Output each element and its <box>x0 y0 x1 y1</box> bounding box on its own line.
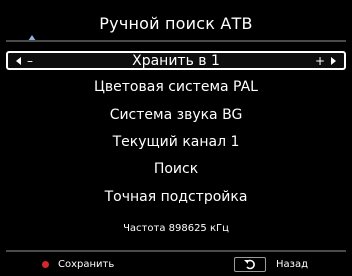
back-button[interactable] <box>234 257 266 272</box>
frequency-readout: Частота 898625 кГц <box>123 223 229 234</box>
menu-item-search[interactable]: Поиск <box>6 161 346 177</box>
store-channel-row[interactable]: – Хранить в 1 + <box>6 51 346 70</box>
menu-item-color-system[interactable]: Цветовая система PAL <box>6 79 346 95</box>
plus-symbol: + <box>314 53 325 68</box>
arrow-right-icon <box>331 56 336 65</box>
return-arrow-icon <box>244 259 255 270</box>
osd-screen: Ручной поиск АТВ – Хранить в 1 + Цветова… <box>0 0 352 276</box>
menu-item-fine-tune[interactable]: Точная подстройка <box>6 189 346 205</box>
store-channel-label: Хранить в 1 <box>132 52 220 69</box>
menu-item-current-channel[interactable]: Текущий канал 1 <box>6 134 346 150</box>
menu-item-sound-system[interactable]: Система звука BG <box>6 107 346 123</box>
save-hint-label: Сохранить <box>58 259 115 270</box>
footer-bar: Сохранить Назад <box>0 256 352 276</box>
menu-title: Ручной поиск АТВ <box>99 14 253 33</box>
increase-control[interactable]: + <box>315 54 336 68</box>
red-button-icon <box>42 261 49 268</box>
back-hint-label: Назад <box>276 259 309 270</box>
